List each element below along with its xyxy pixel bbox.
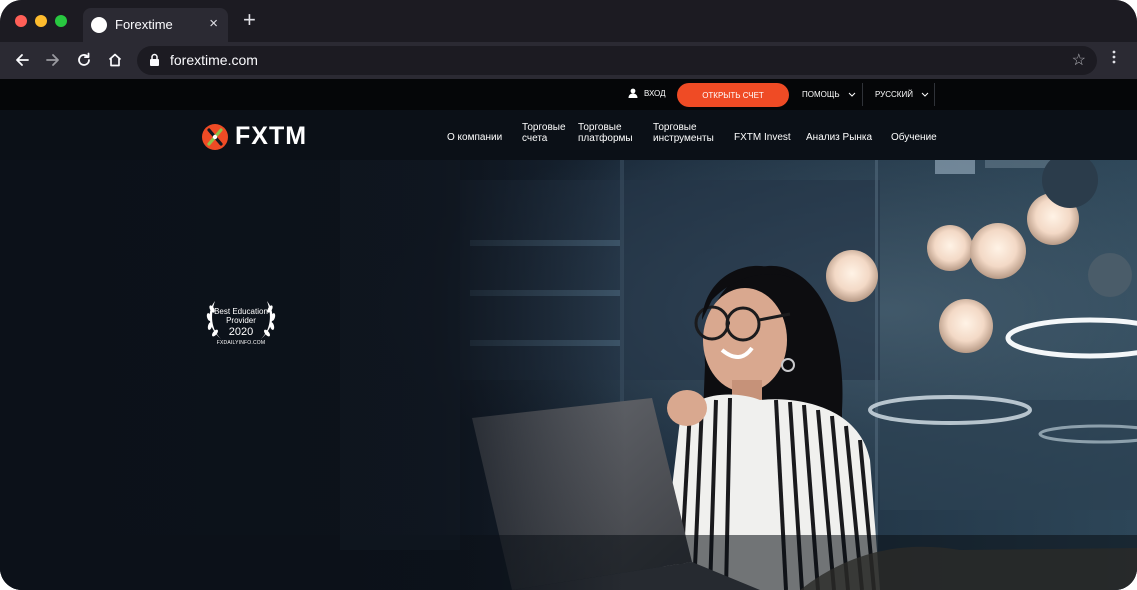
award-source: FXDAILYINFO.COM xyxy=(216,340,266,346)
open-account-button[interactable]: ОТКРЫТЬ СЧЕТ xyxy=(677,83,789,107)
chevron-down-icon xyxy=(921,92,929,97)
login-link[interactable]: ВХОД xyxy=(628,88,666,98)
award-title-line2: Provider xyxy=(226,316,256,325)
help-dropdown[interactable]: ПОМОЩЬ xyxy=(802,79,856,110)
divider xyxy=(934,83,935,106)
reload-button[interactable] xyxy=(72,48,96,72)
bookmark-star-icon[interactable]: ☆ xyxy=(1072,50,1086,70)
logo-wordmark: FXTM xyxy=(235,122,308,150)
hero-photo xyxy=(0,160,1137,590)
nav-education[interactable]: Обучение xyxy=(891,132,937,143)
url-text: forextime.com xyxy=(170,52,258,68)
arrow-left-icon xyxy=(16,54,29,66)
tab-close-icon[interactable]: × xyxy=(209,15,218,32)
language-label: РУССКИЙ xyxy=(875,90,913,99)
nav-trading-accounts[interactable]: Торговые счета xyxy=(522,122,566,144)
back-button[interactable] xyxy=(10,48,34,72)
home-icon xyxy=(108,53,122,67)
nav-trading-instruments[interactable]: Торговые инструменты xyxy=(653,122,715,144)
browser-toolbar: forextime.com ☆ xyxy=(0,42,1137,79)
fxtm-logo[interactable]: FXTM xyxy=(201,122,307,151)
arrow-right-icon xyxy=(46,54,59,66)
user-icon xyxy=(628,88,638,98)
kebab-menu-icon xyxy=(1112,50,1116,64)
nav-fxtm-invest[interactable]: FXTM Invest xyxy=(734,132,791,143)
tab-favicon-icon xyxy=(91,17,107,33)
award-badge: Best Education Provider 2020 FXDAILYINFO… xyxy=(199,301,283,347)
hero-banner: Best Education Provider 2020 FXDAILYINFO… xyxy=(0,160,1137,590)
web-page: ВХОД ОТКРЫТЬ СЧЕТ ПОМОЩЬ РУССКИЙ FXTM О … xyxy=(0,79,1137,590)
home-button[interactable] xyxy=(103,48,127,72)
tab-bar: Forextime × + xyxy=(0,0,1137,42)
login-label: ВХОД xyxy=(644,88,666,98)
award-title-line1: Best Education xyxy=(214,307,268,316)
address-bar[interactable]: forextime.com ☆ xyxy=(137,46,1097,75)
forward-button[interactable] xyxy=(41,48,65,72)
fxtm-logo-icon xyxy=(202,123,228,150)
tab-title: Forextime xyxy=(115,17,173,32)
close-window-button[interactable] xyxy=(15,15,27,27)
utility-bar: ВХОД ОТКРЫТЬ СЧЕТ ПОМОЩЬ РУССКИЙ xyxy=(0,79,1137,110)
award-year: 2020 xyxy=(228,326,254,338)
browser-menu-icon[interactable] xyxy=(1108,50,1120,64)
tab-forextime[interactable]: Forextime × xyxy=(83,8,228,42)
main-navigation: FXTM О компании Торговые счета Торговые … xyxy=(0,110,1137,160)
reload-icon xyxy=(78,52,90,66)
chevron-down-icon xyxy=(848,92,855,97)
nav-market-analysis[interactable]: Анализ Рынка xyxy=(806,132,872,143)
browser-window: Forextime × + forextime.com ☆ ВХОД ОТКРЫ… xyxy=(0,0,1137,590)
divider xyxy=(862,83,863,106)
minimize-window-button[interactable] xyxy=(35,15,47,27)
nav-trading-platforms[interactable]: Торговые платформы xyxy=(578,122,634,144)
help-label: ПОМОЩЬ xyxy=(802,90,840,99)
maximize-window-button[interactable] xyxy=(55,15,67,27)
language-dropdown[interactable]: РУССКИЙ xyxy=(875,79,929,110)
nav-about[interactable]: О компании xyxy=(447,132,502,143)
new-tab-button[interactable]: + xyxy=(243,9,256,31)
lock-icon xyxy=(150,53,159,66)
